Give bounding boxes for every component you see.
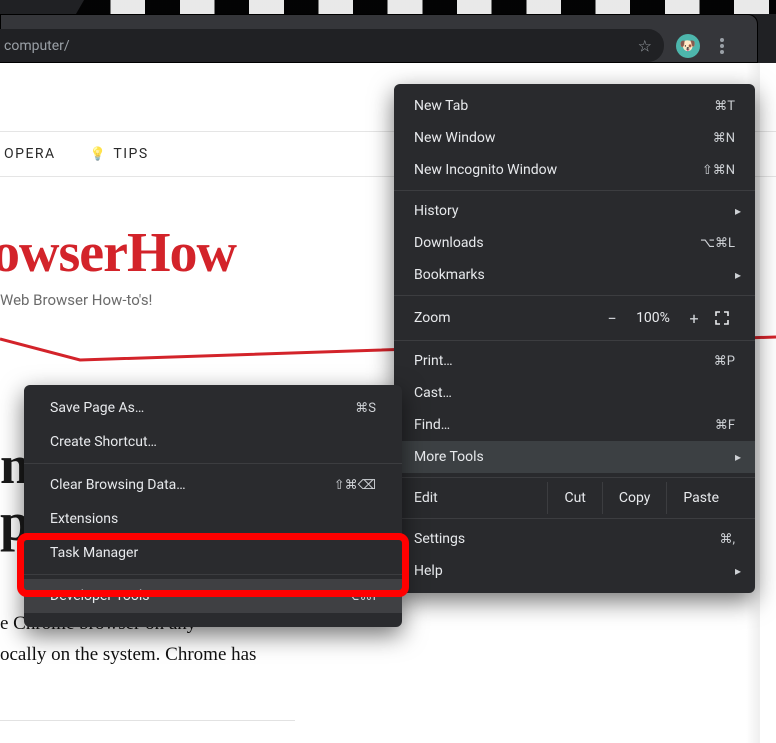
menu-new-window[interactable]: New Window⌘N (394, 122, 755, 154)
menu-help[interactable]: Help▸ (394, 555, 755, 587)
menu-settings[interactable]: Settings⌘, (394, 523, 755, 555)
chrome-main-menu: New Tab⌘T New Window⌘N New Incognito Win… (394, 84, 755, 593)
menu-zoom: Zoom − 100% + (394, 300, 755, 336)
submenu-developer-tools[interactable]: Developer Tools⌥⌘I (24, 579, 402, 613)
chevron-right-icon: ▸ (735, 204, 741, 218)
submenu-clear-browsing-data[interactable]: Clear Browsing Data…⇧⌘⌫ (24, 468, 402, 502)
bookmark-star-icon[interactable]: ☆ (638, 36, 652, 55)
lightbulb-icon: 💡 (90, 147, 108, 162)
edit-copy[interactable]: Copy (602, 482, 667, 514)
chevron-right-icon: ▸ (735, 450, 741, 464)
nav-item-tips[interactable]: 💡TIPS (90, 146, 149, 162)
menu-more-tools[interactable]: More Tools▸ (394, 441, 755, 473)
menu-print[interactable]: Print…⌘P (394, 345, 755, 377)
omnibox-text: computer/ (4, 38, 70, 54)
more-tools-submenu: Save Page As…⌘S Create Shortcut… Clear B… (24, 385, 402, 627)
menu-downloads[interactable]: Downloads⌥⌘L (394, 227, 755, 259)
menu-incognito[interactable]: New Incognito Window⇧⌘N (394, 154, 755, 186)
edit-cut[interactable]: Cut (547, 482, 601, 514)
chrome-menu-button[interactable] (710, 34, 734, 58)
submenu-extensions[interactable]: Extensions (24, 502, 402, 536)
submenu-task-manager[interactable]: Task Manager (24, 536, 402, 570)
chevron-right-icon: ▸ (735, 268, 741, 282)
site-tagline: Web Browser How-to's! (0, 291, 152, 309)
menu-edit-row: Edit Cut Copy Paste (394, 482, 755, 514)
article-divider (0, 720, 295, 721)
zoom-in-button[interactable]: + (679, 309, 709, 328)
menu-cast[interactable]: Cast… (394, 377, 755, 409)
fullscreen-icon[interactable] (709, 310, 735, 326)
profile-avatar[interactable] (676, 34, 700, 58)
tab-strip-decor (76, 0, 776, 14)
chevron-right-icon: ▸ (735, 564, 741, 578)
menu-history[interactable]: History▸ (394, 195, 755, 227)
zoom-value: 100% (627, 310, 679, 326)
nav-item-opera[interactable]: OPERA (4, 146, 56, 162)
zoom-out-button[interactable]: − (597, 309, 627, 328)
submenu-save-page-as[interactable]: Save Page As…⌘S (24, 391, 402, 425)
submenu-create-shortcut[interactable]: Create Shortcut… (24, 425, 402, 459)
edit-paste[interactable]: Paste (666, 482, 735, 514)
site-logo-text: owserHow (0, 221, 236, 285)
menu-find[interactable]: Find…⌘F (394, 409, 755, 441)
menu-new-tab[interactable]: New Tab⌘T (394, 90, 755, 122)
menu-bookmarks[interactable]: Bookmarks▸ (394, 259, 755, 291)
omnibox[interactable]: computer/ ☆ (0, 29, 664, 62)
